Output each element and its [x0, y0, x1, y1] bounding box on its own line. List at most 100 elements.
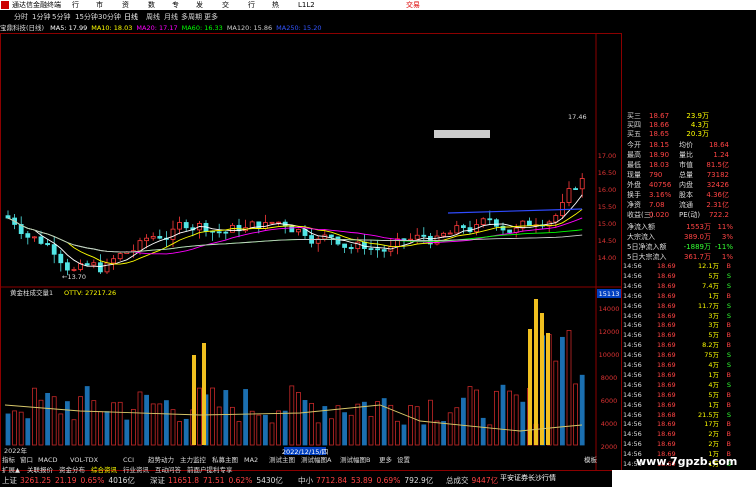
bottom-tab-1[interactable]: 关联报价 — [27, 465, 53, 475]
bottom-tab-5[interactable]: 互动问答 — [155, 465, 181, 475]
tick-price: 18.69 — [657, 281, 676, 290]
tick-volume: 5万 — [708, 271, 719, 280]
tick-volume: 7.4万 — [702, 281, 719, 290]
orderbook-row[interactable]: 买四 18.66 4.3万 — [627, 121, 709, 130]
orderbook-label: 买四 — [627, 121, 641, 129]
index-amount: 4016亿 — [108, 476, 135, 485]
indicator-tab-13[interactable]: 设置 — [397, 455, 410, 465]
orderbook-volume: 20.3万 — [686, 130, 709, 138]
indicator-tab-7[interactable]: 私募主图 — [212, 455, 238, 465]
orderbook-row[interactable]: 买五 18.65 20.3万 — [627, 130, 709, 139]
vol-tick-0: 14000 — [599, 305, 620, 313]
kline-chart[interactable]: 17.00 16.50 16.00 15.50 15.00 14.50 14.00 ←13.7… — [0, 33, 622, 473]
period-tab-8[interactable]: 多周期 — [181, 11, 202, 23]
period-tab-7[interactable]: 月线 — [164, 11, 178, 23]
price-tick-3: 15.50 — [598, 203, 617, 211]
period-tab-4[interactable]: 30分钟 — [98, 11, 121, 23]
status-broker: 平安证券长沙行情 — [500, 474, 556, 482]
bottom-tab-6[interactable]: 前面户提利专享 — [187, 465, 233, 475]
tick-price: 18.69 — [657, 400, 676, 409]
bottom-tab-0[interactable]: 扩展▲ — [2, 465, 20, 475]
app-logo-icon — [1, 1, 9, 9]
tick-time: 14:56 — [623, 361, 642, 369]
indicator-tab-5[interactable]: 趋势动力 — [148, 455, 174, 465]
index-item-0[interactable]: 上证 3261.25 21.19 0.65% 4016亿 — [2, 475, 135, 487]
indicator-tab-9[interactable]: 测试主图 — [269, 455, 295, 465]
vol-bar-19 — [130, 408, 136, 446]
vol-bar-17 — [117, 401, 123, 446]
period-tab-9[interactable]: 更多 — [204, 11, 218, 23]
tick-row: 14:56 18.69 5万 S — [623, 272, 731, 281]
quote-value: 18.03 — [649, 161, 670, 169]
orderbook-volume: 23.9万 — [686, 112, 709, 120]
indicator-tab-3[interactable]: VOL-TDX — [70, 455, 98, 465]
vol-bar-77 — [513, 394, 519, 446]
tick-price: 18.69 — [657, 440, 676, 449]
quote-value2: 4.36亿 — [706, 191, 729, 199]
status-right: 平安证券长沙行情 — [500, 470, 756, 487]
ma-value-1: MA10: 18.03 — [91, 24, 133, 32]
vol-bar-35 — [236, 421, 242, 446]
period-tab-1[interactable]: 1分钟 — [32, 11, 50, 23]
tick-price: 18.69 — [657, 331, 676, 340]
tick-side: B — [726, 262, 731, 270]
quote-label: 今开 — [627, 141, 641, 149]
quote-label: 现量 — [627, 171, 641, 179]
vol-bar-26 — [177, 421, 183, 446]
window-title: 通达信金融终端 — [12, 1, 61, 9]
flow-percent: 1% — [721, 253, 733, 261]
period-tab-5[interactable]: 日线 — [124, 11, 138, 23]
tick-side: B — [726, 440, 731, 449]
vol-bar-83 — [553, 360, 559, 446]
indicator-tab-6[interactable]: 主力监控 — [180, 455, 206, 465]
tick-time: 14:56 — [623, 430, 642, 439]
tick-time: 14:56 — [623, 420, 642, 429]
indicator-tab-8[interactable]: MA2 — [244, 455, 258, 465]
menu-item-9[interactable]: L1L2 — [298, 0, 315, 10]
quote-label2: 内盘 — [679, 181, 693, 189]
tick-volume: 3万 — [708, 311, 719, 320]
period-tab-2[interactable]: 5分钟 — [52, 11, 70, 23]
index-item-2[interactable]: 中小 7712.84 53.89 0.69% 792.9亿 — [298, 475, 433, 487]
vol-bar-42 — [282, 410, 288, 446]
vol-bar-57 — [381, 398, 387, 446]
candle-body-62 — [414, 234, 420, 240]
period-tab-0[interactable]: 分时 — [14, 11, 28, 23]
quote-value: 18.90 — [649, 151, 670, 159]
vol-bar-46 — [309, 402, 315, 446]
vol-bar-61 — [408, 405, 414, 446]
bottom-tab-4[interactable]: 行业资讯 — [123, 465, 149, 475]
period-tab-3[interactable]: 15分钟 — [75, 11, 98, 23]
vol-tick-1: 12000 — [599, 328, 620, 336]
vol-bar-21 — [144, 394, 150, 446]
orderbook-row[interactable]: 买三 18.67 23.9万 — [627, 112, 709, 121]
tick-time: 14:56 — [623, 440, 642, 449]
index-item-3[interactable]: 总成交 9447亿 — [446, 475, 502, 487]
period-tab-6[interactable]: 周线 — [146, 11, 160, 23]
tick-time: 14:56 — [623, 410, 642, 419]
index-change: 21.19 — [55, 476, 77, 485]
bottom-tab-2[interactable]: 资金分布 — [59, 465, 85, 475]
index-item-1[interactable]: 深证 11651.8 71.51 0.62% 5430亿 — [150, 475, 283, 487]
tick-time: 14:56 — [623, 400, 642, 409]
bottom-tab-3[interactable]: 综合资讯 — [91, 465, 117, 475]
trade-label[interactable]: 交易 — [406, 0, 420, 10]
tick-price: 18.69 — [657, 321, 676, 330]
tick-volume: 5万 — [708, 331, 719, 340]
indicator-tab-2[interactable]: MACD — [38, 455, 57, 465]
tick-time: 14:56 — [623, 291, 642, 300]
indicator-tab-1[interactable]: 窗口 — [20, 455, 33, 465]
indicator-tab-12[interactable]: 更多 — [379, 455, 392, 465]
quote-row: 今开 18.15 均价 18.64 — [627, 140, 729, 150]
quote-panel: 买三 18.67 23.9万 买四 18.66 4.3万 买五 18.65 20.3万 今开 18.… — [623, 110, 756, 485]
indicator-tab-11[interactable]: 测试幅图B — [340, 455, 370, 465]
indicator-tabs: 指标 窗口 MACD VOL-TDX CCI 趋势动力 主力监控 私募主图 MA2 测试主图 测试幅… — [0, 455, 612, 465]
vol-bar-76 — [507, 390, 513, 446]
indicator-tab-10[interactable]: 测试幅图A — [301, 455, 331, 465]
index-value: 7712.84 — [316, 476, 348, 485]
ma-legend: 宝鼎科技(日线) MA5: 17.99 MA10: 18.03 MA20: 17.1… — [0, 23, 600, 33]
indicator-tab-4[interactable]: CCI — [123, 455, 134, 465]
template-tab[interactable]: 模板 — [584, 455, 597, 465]
indicator-tab-0[interactable]: 指标 — [2, 455, 15, 465]
vol-bar-74 — [493, 390, 499, 446]
